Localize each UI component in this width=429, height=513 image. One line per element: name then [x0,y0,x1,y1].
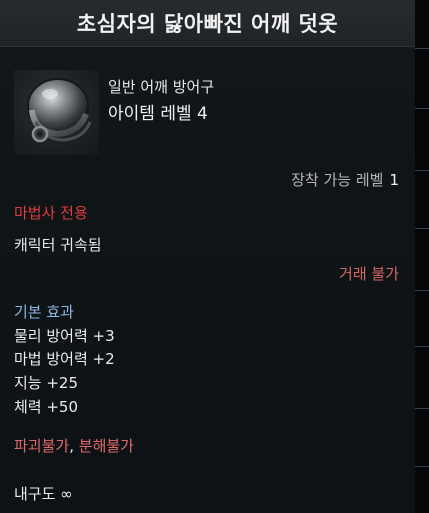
status-separator: , [69,437,74,455]
divider [415,346,429,347]
divider [415,466,429,467]
durability: 내구도 ∞ [14,485,73,503]
item-type: 일반 어깨 방어구 [108,78,215,96]
item-title: 초심자의 닳아빠진 어깨 덧옷 [76,12,339,36]
divider [415,408,429,409]
equip-level-value: 1 [389,171,399,189]
destroy-dismantle-status: 파괴불가, 분해불가 [14,435,134,456]
trade-status: 거래 불가 [339,265,399,283]
binding-status: 캐릭터 귀속됨 [14,236,102,254]
dismantle-status: 분해불가 [78,437,134,455]
divider [415,228,429,229]
divider [415,108,429,109]
pauldron-armor-icon [27,78,92,143]
divider [415,170,429,171]
stat-line: 물리 방어력 +3 [14,327,115,345]
stat-line: 지능 +25 [14,374,79,392]
stat-line: 체력 +50 [14,398,79,416]
item-icon-frame [14,70,99,155]
base-effects-header: 기본 효과 [14,303,74,321]
item-tooltip: 초심자의 닳아빠진 어깨 덧옷 일반 어깨 방어구 아이템 레벨 4 장착 가능… [0,0,415,513]
stat-line: 마법 방어력 +2 [14,350,115,368]
divider [415,48,429,49]
equip-level-label: 장착 가능 레벨 [291,171,384,189]
class-restriction: 마법사 전용 [14,204,88,222]
item-level: 아이템 레벨 4 [108,104,208,124]
background-strip [415,0,429,513]
equip-level-requirement: 장착 가능 레벨 1 [291,169,399,190]
destroy-status: 파괴불가 [14,437,70,455]
divider [415,290,429,291]
tooltip-header: 초심자의 닳아빠진 어깨 덧옷 [0,0,415,47]
